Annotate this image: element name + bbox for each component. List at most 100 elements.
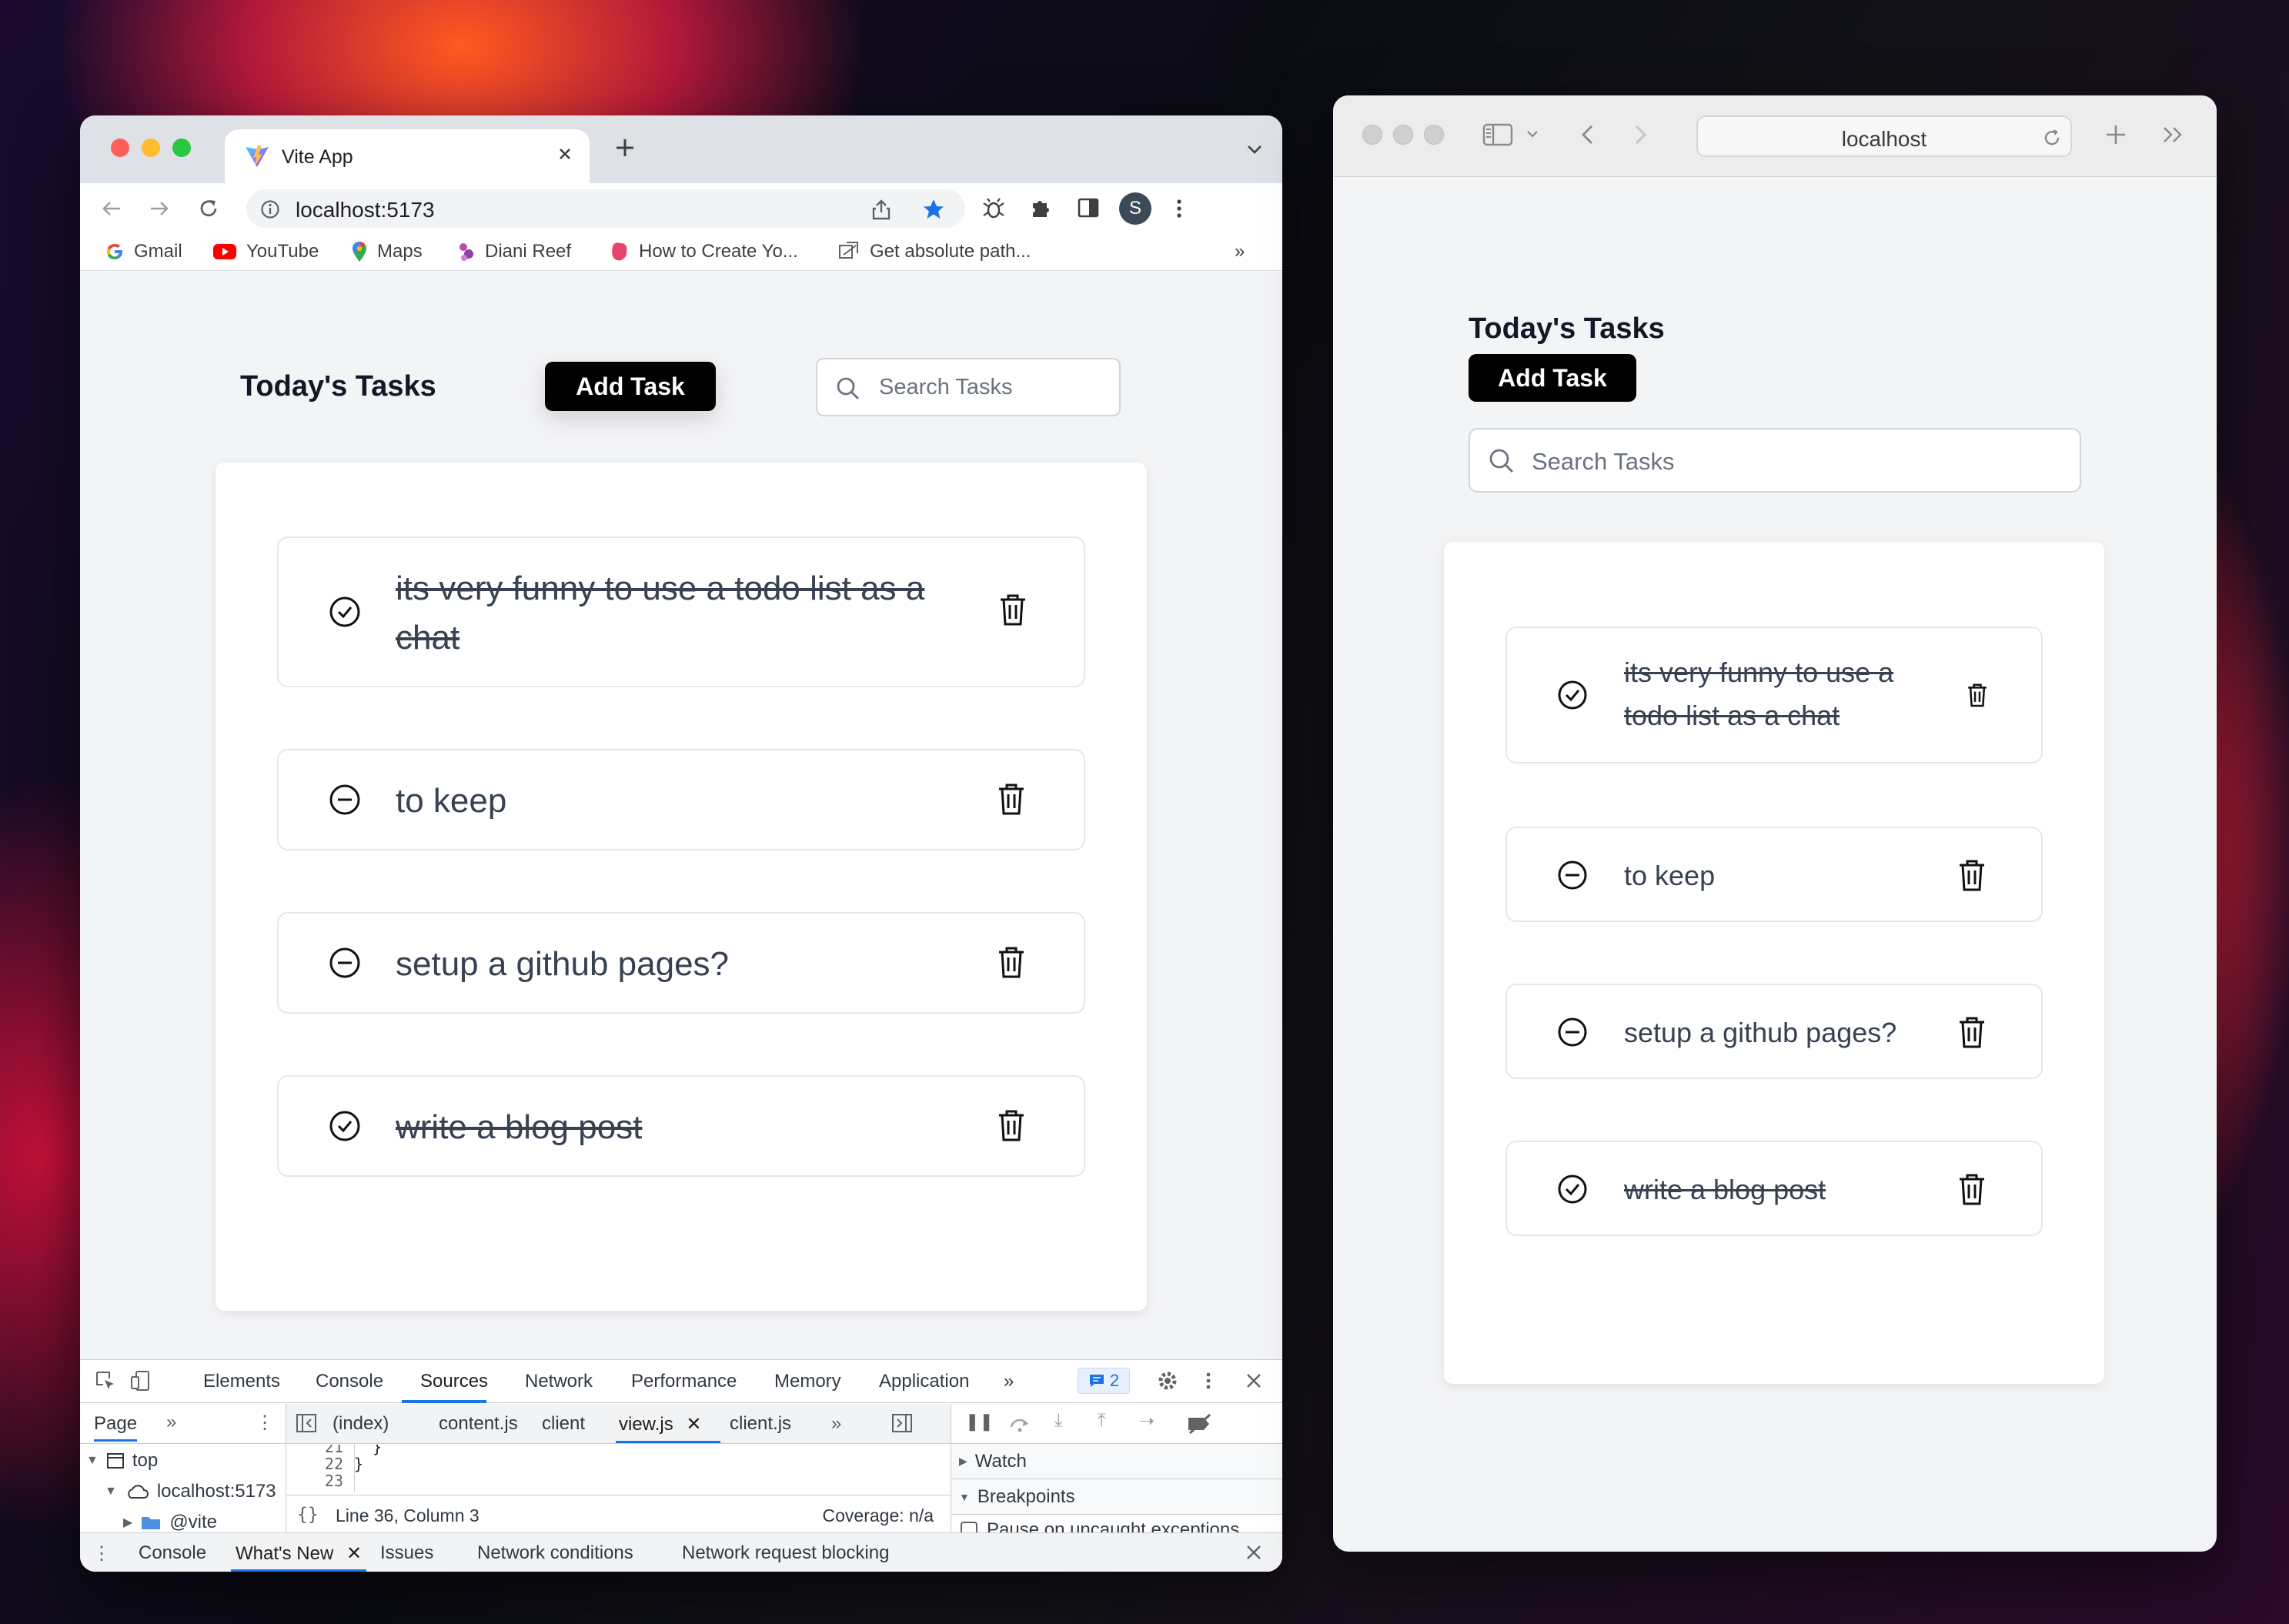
step-into-icon[interactable]: ⤓: [1054, 1410, 1063, 1432]
back-chevron-icon[interactable]: [1578, 122, 1598, 148]
devtools-tab-console[interactable]: Console: [316, 1371, 383, 1392]
bookmarks-overflow-button[interactable]: »: [1235, 240, 1245, 263]
bookmark-star-icon[interactable]: [922, 198, 945, 221]
issues-badge[interactable]: 2: [1078, 1368, 1130, 1394]
device-toolbar-icon[interactable]: [129, 1369, 152, 1392]
browser-tab[interactable]: Vite App: [225, 129, 590, 183]
drawer-menu-icon[interactable]: ⋮: [92, 1542, 111, 1565]
zoom-window-button[interactable]: [1424, 125, 1444, 145]
address-bar[interactable]: localhost: [1696, 115, 2072, 157]
bookmark-youtube[interactable]: YouTube: [212, 240, 319, 263]
devtools-tab-network[interactable]: Network: [525, 1371, 593, 1392]
share-icon[interactable]: [871, 199, 891, 220]
trash-icon[interactable]: [996, 1108, 1027, 1143]
more-navigator-chevron-icon[interactable]: »: [166, 1412, 176, 1433]
reload-icon[interactable]: [195, 195, 222, 222]
step-out-icon[interactable]: ⤒: [1098, 1410, 1106, 1432]
check-circle-icon[interactable]: [1556, 1173, 1589, 1205]
trash-icon[interactable]: [996, 944, 1027, 980]
check-circle-icon[interactable]: [1556, 679, 1589, 711]
puzzle-extensions-icon[interactable]: [1028, 195, 1054, 222]
file-tab-client[interactable]: client: [542, 1413, 585, 1435]
pretty-print-icon[interactable]: {}: [297, 1505, 319, 1525]
deactivate-breakpoints-icon[interactable]: [1185, 1413, 1215, 1435]
trash-icon[interactable]: [996, 781, 1027, 817]
settings-gear-icon[interactable]: [1156, 1369, 1179, 1392]
search-input[interactable]: Search Tasks: [816, 358, 1121, 416]
devtools-tab-sources[interactable]: Sources: [420, 1371, 488, 1392]
bookmark-diani-reef[interactable]: Diani Reef: [457, 240, 571, 263]
chevron-down-icon[interactable]: [1525, 128, 1539, 140]
toggle-debugger-icon[interactable]: [891, 1413, 913, 1433]
bookmark-gmail[interactable]: Gmail: [105, 240, 182, 263]
close-file-tab-icon[interactable]: ✕: [686, 1414, 701, 1435]
check-circle-icon[interactable]: [328, 595, 362, 629]
sidebar-toggle-icon[interactable]: [1482, 122, 1513, 148]
drawer-tab-console[interactable]: Console: [139, 1542, 206, 1564]
trash-icon[interactable]: [1957, 857, 1987, 893]
chevron-down-icon[interactable]: [1244, 139, 1265, 160]
file-tab-content-js[interactable]: content.js: [439, 1413, 518, 1435]
bug-extension-icon[interactable]: [981, 195, 1007, 222]
breakpoints-section[interactable]: ▼ Breakpoints: [951, 1479, 1282, 1515]
devtools-menu-icon[interactable]: [1202, 1369, 1215, 1392]
devtools-tab-performance[interactable]: Performance: [631, 1371, 737, 1392]
toggle-navigator-icon[interactable]: [296, 1413, 317, 1433]
more-tabs-chevron-icon[interactable]: »: [1004, 1371, 1014, 1392]
inspect-element-icon[interactable]: [94, 1369, 117, 1392]
minus-circle-icon[interactable]: [328, 783, 362, 817]
close-tab-icon[interactable]: [554, 143, 576, 165]
bookmark-maps[interactable]: Maps: [351, 240, 423, 263]
pause-icon[interactable]: ❚❚: [965, 1412, 994, 1432]
close-window-button[interactable]: [1362, 125, 1382, 145]
more-files-chevron-icon[interactable]: »: [831, 1413, 841, 1435]
tree-item-vite[interactable]: ▶ @vite: [123, 1512, 217, 1533]
add-task-button[interactable]: Add Task: [545, 362, 716, 411]
devtools-tab-elements[interactable]: Elements: [203, 1371, 280, 1392]
drawer-tab-network-conditions[interactable]: Network conditions: [477, 1542, 633, 1564]
bookmark-how-to-create[interactable]: How to Create Yo...: [610, 240, 798, 263]
side-panel-icon[interactable]: [1076, 195, 1101, 220]
info-icon[interactable]: [260, 199, 280, 219]
address-bar[interactable]: localhost:5173: [246, 189, 965, 228]
zoom-window-button[interactable]: [172, 139, 191, 157]
close-devtools-icon[interactable]: [1244, 1371, 1264, 1391]
profile-avatar[interactable]: S: [1119, 192, 1151, 225]
new-tab-icon[interactable]: [613, 135, 637, 160]
drawer-tab-issues[interactable]: Issues: [380, 1542, 433, 1564]
trash-icon[interactable]: [1957, 1171, 1987, 1207]
devtools-tab-memory[interactable]: Memory: [774, 1371, 841, 1392]
tree-item-localhost[interactable]: ▼ localhost:5173: [105, 1481, 276, 1502]
kebab-menu-icon[interactable]: [1171, 195, 1187, 222]
navigator-tab-page[interactable]: Page: [94, 1413, 138, 1442]
close-drawer-tab-icon[interactable]: ✕: [346, 1543, 362, 1564]
code-area[interactable]: 21 } 22} 23: [286, 1445, 951, 1492]
file-tab-client-js[interactable]: client.js: [730, 1413, 791, 1435]
drawer-tab-whats-new[interactable]: What's New ✕: [236, 1542, 362, 1565]
tree-item-top[interactable]: ▼ top: [86, 1450, 158, 1472]
back-arrow-icon[interactable]: [99, 195, 125, 222]
close-window-button[interactable]: [111, 139, 129, 157]
drawer-tab-network-request-blocking[interactable]: Network request blocking: [682, 1542, 889, 1564]
step-icon[interactable]: ➝: [1139, 1410, 1155, 1432]
navigator-menu-icon[interactable]: ⋮: [256, 1412, 274, 1434]
forward-arrow-icon[interactable]: [146, 195, 172, 222]
file-tab-index[interactable]: (index): [332, 1413, 389, 1435]
file-tab-view-js[interactable]: view.js ✕: [619, 1413, 701, 1435]
search-input[interactable]: Search Tasks: [1469, 428, 2081, 493]
trash-icon[interactable]: [997, 592, 1028, 627]
reload-icon[interactable]: [2041, 127, 2063, 149]
add-task-button[interactable]: Add Task: [1469, 354, 1636, 402]
minimize-window-button[interactable]: [142, 139, 160, 157]
trash-icon[interactable]: [1966, 682, 1989, 708]
bookmark-get-absolute-path[interactable]: Get absolute path...: [837, 240, 1031, 263]
new-tab-plus-icon[interactable]: [2103, 122, 2129, 148]
minus-circle-icon[interactable]: [1556, 859, 1589, 891]
forward-chevron-icon[interactable]: [1630, 122, 1650, 148]
check-circle-icon[interactable]: [328, 1109, 362, 1143]
watch-section[interactable]: ▶ Watch: [951, 1444, 1282, 1479]
step-over-icon[interactable]: [1008, 1415, 1031, 1433]
close-drawer-icon[interactable]: [1244, 1542, 1264, 1562]
minus-circle-icon[interactable]: [1556, 1016, 1589, 1048]
minimize-window-button[interactable]: [1393, 125, 1413, 145]
